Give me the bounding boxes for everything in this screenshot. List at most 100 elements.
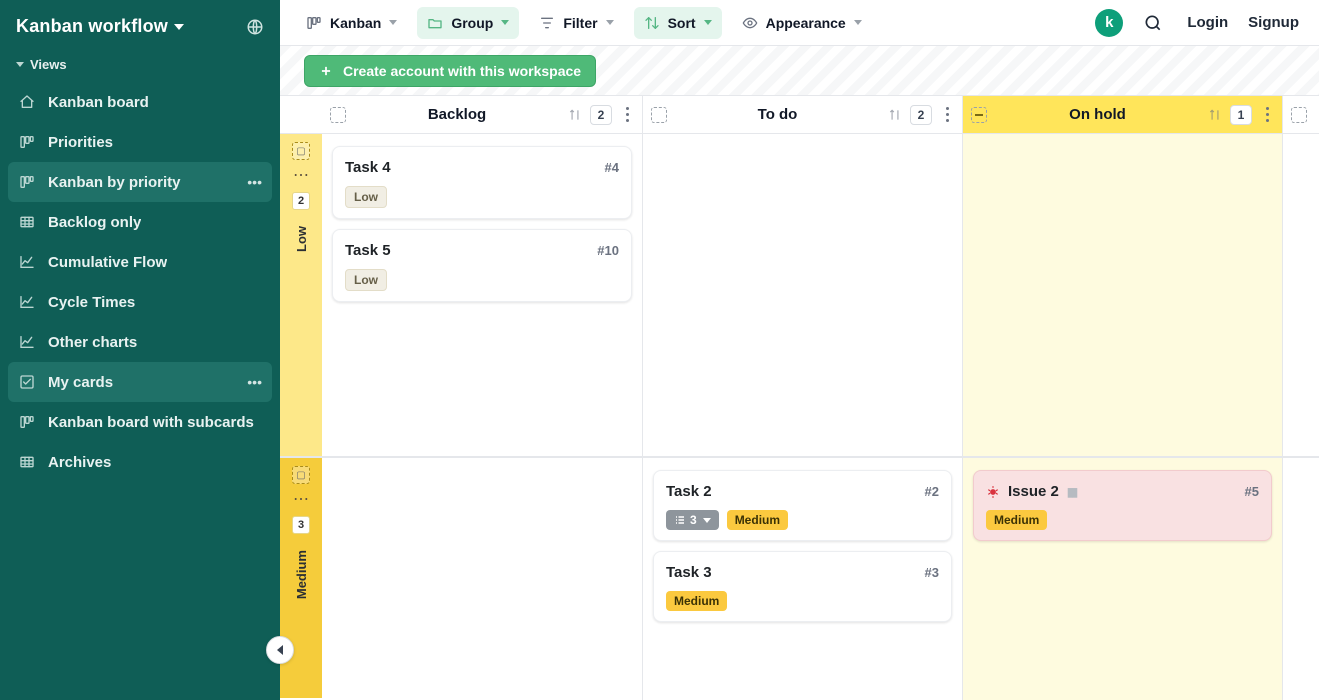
column-collapse-toggle[interactable] bbox=[971, 107, 987, 123]
board: ▢⋯2Low▢⋯3Medium Backlog2Task 4#4LowTask … bbox=[280, 96, 1319, 700]
caret-down-icon bbox=[704, 20, 712, 25]
more-icon[interactable]: ••• bbox=[247, 174, 262, 190]
column-sort-button[interactable] bbox=[568, 108, 582, 122]
filter-icon bbox=[539, 15, 555, 31]
swimlane-medium-todo[interactable]: Task 2#23MediumTask 3#3Medium bbox=[643, 456, 962, 698]
toolbar: KanbanGroupFilterSortAppearance k Login … bbox=[280, 0, 1319, 46]
column-menu-button[interactable] bbox=[940, 107, 954, 122]
login-link[interactable]: Login bbox=[1183, 14, 1232, 31]
search-icon[interactable] bbox=[1143, 13, 1163, 33]
sidebar-item-cumulative-flow[interactable]: Cumulative Flow bbox=[8, 242, 272, 282]
folder-icon bbox=[427, 15, 443, 31]
swimlane-low-backlog[interactable]: Task 4#4Low Task 5#10Low bbox=[322, 134, 642, 456]
lane-menu-button[interactable]: ⋯ bbox=[293, 492, 309, 508]
sidebar-item-other-charts[interactable]: Other charts bbox=[8, 322, 272, 362]
workspace-title: Kanban workflow bbox=[16, 16, 168, 37]
card-title: Task 5 bbox=[345, 242, 391, 259]
priority-badge: Medium bbox=[666, 591, 727, 611]
card[interactable]: Task 5#10Low bbox=[332, 229, 632, 302]
globe-icon[interactable] bbox=[246, 18, 264, 36]
column-sort-button[interactable] bbox=[888, 108, 902, 122]
sidebar-item-label: Cumulative Flow bbox=[48, 254, 167, 271]
card[interactable]: Task 4#4Low bbox=[332, 146, 632, 219]
toolbar-button-label: Group bbox=[451, 15, 493, 31]
signup-link[interactable]: Signup bbox=[1244, 14, 1303, 31]
sidebar-item-backlog-only[interactable]: Backlog only bbox=[8, 202, 272, 242]
toolbar-button-label: Filter bbox=[563, 15, 597, 31]
caret-down-icon bbox=[389, 20, 397, 25]
sidebar-item-archives[interactable]: Archives bbox=[8, 442, 272, 482]
lane-collapse-toggle[interactable]: ▢ bbox=[292, 142, 310, 160]
column-count: 1 bbox=[1230, 105, 1252, 125]
sidebar-item-kanban-board[interactable]: Kanban board bbox=[8, 82, 272, 122]
sidebar-item-label: My cards bbox=[48, 374, 113, 391]
sidebar-item-label: Priorities bbox=[48, 134, 113, 151]
views-section-label: Views bbox=[30, 57, 67, 72]
views-section-toggle[interactable]: Views bbox=[0, 49, 280, 78]
toolbar-group-button[interactable]: Group bbox=[417, 7, 519, 39]
card[interactable]: Issue 2▮▮#5Medium bbox=[973, 470, 1272, 541]
create-account-label: Create account with this workspace bbox=[343, 63, 581, 79]
sidebar-item-label: Cycle Times bbox=[48, 294, 135, 311]
collapse-sidebar-button[interactable] bbox=[266, 636, 294, 664]
column-todo: To do2Task 2#23MediumTask 3#3Medium bbox=[642, 96, 962, 700]
column-backlog: Backlog2Task 4#4LowTask 5#10Low bbox=[322, 96, 642, 700]
card[interactable]: Task 3#3Medium bbox=[653, 551, 952, 622]
swimlane-medium-onhold[interactable]: Issue 2▮▮#5Medium bbox=[963, 456, 1282, 698]
line-chart-icon bbox=[18, 333, 36, 351]
column-collapse-toggle[interactable] bbox=[330, 107, 346, 123]
column-collapse-toggle[interactable] bbox=[1291, 107, 1307, 123]
sidebar-item-kanban-board-with-subcards[interactable]: Kanban board with subcards bbox=[8, 402, 272, 442]
card[interactable]: Task 2#23Medium bbox=[653, 470, 952, 541]
avatar[interactable]: k bbox=[1095, 9, 1123, 37]
create-account-button[interactable]: Create account with this workspace bbox=[304, 55, 596, 87]
chevron-down-icon bbox=[16, 62, 24, 67]
column-collapse-toggle[interactable] bbox=[651, 107, 667, 123]
column-sort-button[interactable] bbox=[1208, 108, 1222, 122]
column-header-extra bbox=[1283, 96, 1319, 134]
priority-badge: Low bbox=[345, 186, 387, 208]
lane-header-low[interactable]: ▢⋯2Low bbox=[280, 134, 322, 456]
columns: Backlog2Task 4#4LowTask 5#10LowTo do2Tas… bbox=[322, 96, 1319, 700]
subtasks-badge[interactable]: 3 bbox=[666, 510, 719, 530]
swimlane-medium-backlog[interactable] bbox=[322, 456, 642, 698]
toolbar-button-label: Appearance bbox=[766, 15, 846, 31]
more-icon[interactable]: ••• bbox=[247, 374, 262, 390]
toolbar-left: Kanban Group Filter Sort Appearance bbox=[296, 7, 872, 39]
sidebar-item-label: Kanban board with subcards bbox=[48, 414, 254, 431]
caret-down-icon bbox=[703, 518, 711, 523]
workspace-switcher[interactable]: Kanban workflow bbox=[16, 16, 184, 37]
column-count: 2 bbox=[590, 105, 612, 125]
lane-menu-button[interactable]: ⋯ bbox=[293, 168, 309, 184]
sort-icon bbox=[644, 15, 660, 31]
line-chart-icon bbox=[18, 253, 36, 271]
toolbar-sort-button[interactable]: Sort bbox=[634, 7, 722, 39]
sidebar-item-my-cards[interactable]: My cards ••• bbox=[8, 362, 272, 402]
column-menu-button[interactable] bbox=[1260, 107, 1274, 122]
sidebar-item-label: Backlog only bbox=[48, 214, 141, 231]
column-header-onhold: On hold1 bbox=[963, 96, 1282, 134]
caret-down-icon bbox=[501, 20, 509, 25]
swimlane-low-onhold[interactable] bbox=[963, 134, 1282, 456]
toolbar-kanban-button[interactable]: Kanban bbox=[296, 7, 407, 39]
toolbar-filter-button[interactable]: Filter bbox=[529, 7, 623, 39]
drag-handle-icon[interactable]: ▮▮ bbox=[1067, 485, 1076, 499]
lane-collapse-toggle[interactable]: ▢ bbox=[292, 466, 310, 484]
kanban-icon bbox=[18, 413, 36, 431]
lane-count: 3 bbox=[292, 516, 310, 534]
sidebar-item-cycle-times[interactable]: Cycle Times bbox=[8, 282, 272, 322]
card-id: #2 bbox=[925, 484, 939, 499]
swimlane-low-todo[interactable] bbox=[643, 134, 962, 456]
column-menu-button[interactable] bbox=[620, 107, 634, 122]
toolbar-appearance-button[interactable]: Appearance bbox=[732, 7, 872, 39]
home-icon bbox=[18, 93, 36, 111]
sidebar-item-priorities[interactable]: Priorities bbox=[8, 122, 272, 162]
plus-icon bbox=[319, 64, 333, 78]
eye-icon bbox=[742, 15, 758, 31]
card-id: #5 bbox=[1245, 484, 1259, 499]
sidebar-item-kanban-by-priority[interactable]: Kanban by priority••• bbox=[8, 162, 272, 202]
bug-icon bbox=[986, 485, 1000, 499]
toolbar-button-label: Kanban bbox=[330, 15, 381, 31]
caret-down-icon bbox=[606, 20, 614, 25]
banner: Create account with this workspace bbox=[280, 46, 1319, 96]
